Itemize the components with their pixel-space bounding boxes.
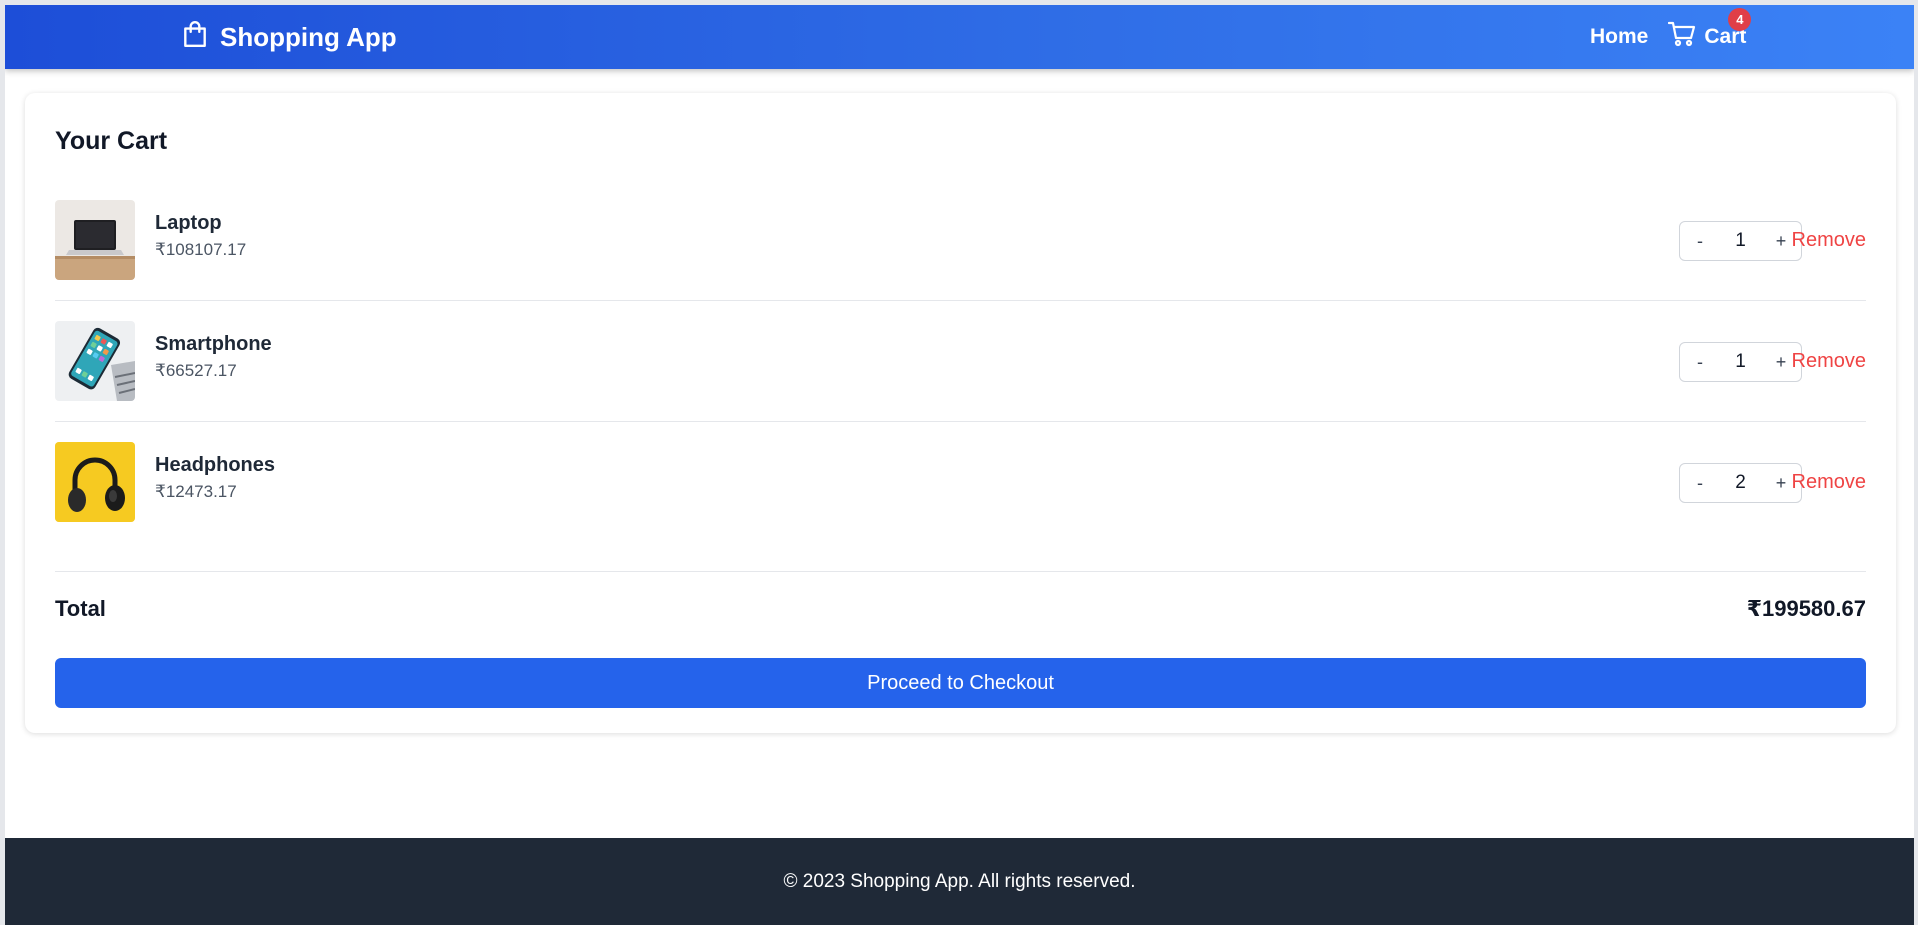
- quantity-stepper: - 2 +: [1679, 463, 1802, 503]
- remove-button[interactable]: Remove: [1792, 229, 1866, 252]
- header: Shopping App Home Cart 4: [5, 5, 1914, 69]
- quantity-value[interactable]: 2: [1721, 472, 1761, 494]
- footer: © 2023 Shopping App. All rights reserved…: [5, 838, 1914, 925]
- quantity-stepper: - 1 +: [1679, 221, 1802, 261]
- nav-cart[interactable]: Cart 4: [1668, 8, 1752, 53]
- item-price: ₹12473.17: [155, 482, 237, 501]
- cart-item-laptop: Laptop ₹108107.17 - 1 + Remove: [55, 180, 1866, 301]
- item-name: Smartphone: [155, 333, 272, 355]
- app-window: Shopping App Home Cart 4 Your Cart Lapto…: [5, 5, 1914, 925]
- footer-text: © 2023 Shopping App. All rights reserved…: [783, 870, 1136, 892]
- quantity-stepper: - 1 +: [1679, 342, 1802, 382]
- nav-home[interactable]: Home: [1590, 25, 1648, 49]
- item-price: ₹66527.17: [155, 361, 237, 380]
- shopping-bag-icon: [182, 20, 208, 55]
- decrement-button[interactable]: -: [1680, 464, 1720, 502]
- cart-count-badge: 4: [1728, 8, 1752, 31]
- item-name: Laptop: [155, 212, 222, 234]
- quantity-value[interactable]: 1: [1721, 351, 1761, 373]
- smartphone-image: [55, 321, 135, 401]
- item-price: ₹108107.17: [155, 240, 247, 259]
- remove-button[interactable]: Remove: [1792, 471, 1866, 494]
- decrement-button[interactable]: -: [1680, 343, 1720, 381]
- cart-item-headphones: Headphones ₹12473.17 - 2 + Remove: [55, 422, 1866, 543]
- cart-title: Your Cart: [55, 127, 168, 155]
- total-label: Total: [55, 596, 106, 621]
- cart-item-smartphone: Smartphone ₹66527.17 - 1 + Remove: [55, 301, 1866, 422]
- laptop-image: [55, 200, 135, 280]
- total-value: ₹199580.67: [1746, 596, 1866, 621]
- divider: [55, 571, 1866, 572]
- brand[interactable]: Shopping App: [182, 5, 397, 69]
- brand-title: Shopping App: [220, 21, 397, 52]
- cart-icon: [1668, 21, 1696, 53]
- item-name: Headphones: [155, 454, 276, 476]
- cart-card: Your Cart Laptop ₹108107.17 - 1 + Remove…: [25, 93, 1896, 733]
- remove-button[interactable]: Remove: [1792, 350, 1866, 373]
- checkout-button[interactable]: Proceed to Checkout: [55, 658, 1866, 708]
- nav: Home Cart 4: [1590, 5, 1752, 69]
- quantity-value[interactable]: 1: [1721, 230, 1761, 252]
- decrement-button[interactable]: -: [1680, 222, 1720, 260]
- headphones-image: [55, 442, 135, 522]
